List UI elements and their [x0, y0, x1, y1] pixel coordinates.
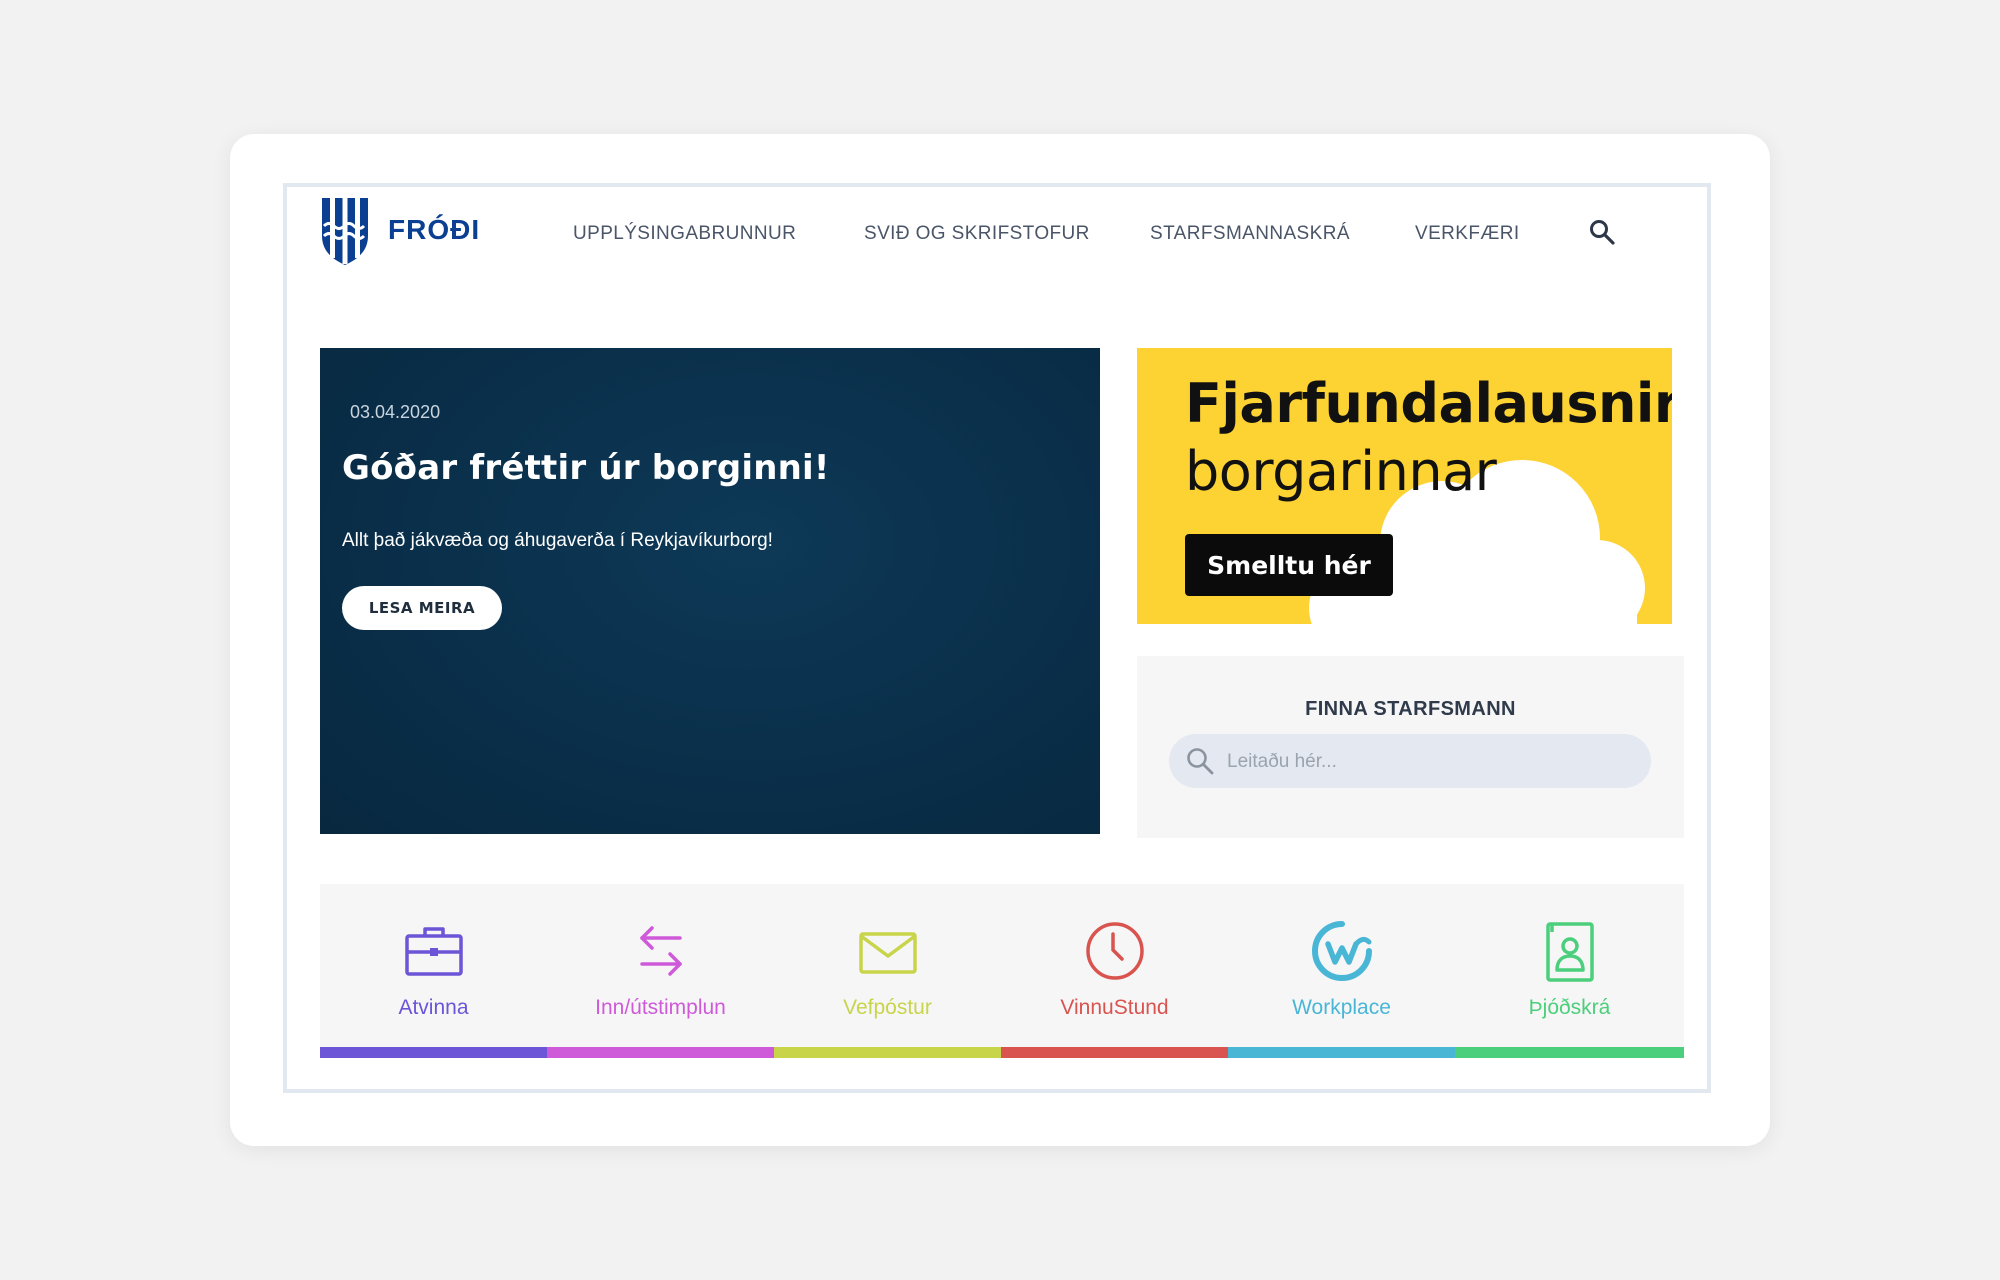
search-icon[interactable]	[1588, 218, 1616, 246]
tile-label: Inn/útstimplun	[595, 996, 726, 1019]
tile-workplace[interactable]: Workplace	[1228, 884, 1455, 1058]
tile-color-bar	[774, 1047, 1001, 1058]
tile-color-bar	[1001, 1047, 1228, 1058]
employee-search-input[interactable]	[1225, 743, 1629, 781]
tile-label: Workplace	[1292, 996, 1391, 1019]
click-here-button[interactable]: Smelltu hér	[1185, 534, 1393, 596]
nav-svid-og-skrifstofur[interactable]: SVIÐ OG SKRIFSTOFUR	[864, 223, 1090, 245]
employee-finder: FINNA STARFSMANN	[1137, 656, 1684, 838]
arrows-swap-icon	[640, 926, 682, 976]
tile-label: VinnuStund	[1060, 996, 1169, 1019]
clock-icon	[1086, 922, 1144, 980]
tile-inn-utstimplun[interactable]: Inn/útstimplun	[547, 884, 774, 1058]
workplace-icon	[1312, 921, 1372, 981]
tile-color-bar	[1455, 1047, 1684, 1058]
tile-atvinna[interactable]: Atvinna	[320, 884, 547, 1058]
finder-search-box[interactable]	[1169, 734, 1651, 788]
tile-color-bar	[547, 1047, 774, 1058]
promo-banner[interactable]: Fjarfundalausnir borgarinnar Smelltu hér	[1137, 348, 1672, 624]
news-subtitle: Allt það jákvæða og áhugaverða í Reykjav…	[342, 530, 773, 551]
briefcase-icon	[405, 927, 463, 976]
envelope-icon	[859, 932, 917, 974]
contact-book-icon	[1546, 922, 1594, 982]
tile-color-bar	[320, 1047, 547, 1058]
tile-label: Atvinna	[398, 996, 469, 1019]
nav-verkfaeri[interactable]: VERKFÆRI	[1415, 223, 1520, 245]
quick-links: Atvinna Inn/útstimplun Vefpóstur VinnuSt…	[320, 884, 1684, 1058]
banner-heading-line2: borgarinnar	[1185, 440, 1497, 503]
tile-label: Þjóðskrá	[1528, 996, 1611, 1019]
tile-vefpostur[interactable]: Vefpóstur	[774, 884, 1001, 1058]
nav-starfsmannaskra[interactable]: STARFSMANNASKRÁ	[1150, 223, 1350, 245]
tile-thjodskra[interactable]: Þjóðskrá	[1455, 884, 1684, 1058]
finder-title: FINNA STARFSMANN	[1305, 698, 1516, 720]
news-title[interactable]: Góðar fréttir úr borginni!	[342, 448, 830, 488]
logo-shield-icon[interactable]	[320, 196, 370, 266]
tile-color-bar	[1228, 1047, 1455, 1058]
search-icon	[1187, 748, 1214, 775]
news-date: 03.04.2020	[350, 402, 441, 422]
brand-name[interactable]: FRÓÐI	[388, 214, 480, 246]
nav-upplysingabrunnur[interactable]: UPPLÝSINGABRUNNUR	[573, 223, 796, 245]
banner-heading-line1: Fjarfundalausnir	[1185, 372, 1672, 435]
tile-label: Vefpóstur	[843, 996, 932, 1019]
read-more-button[interactable]: LESA MEIRA	[342, 586, 502, 630]
news-hero[interactable]: 03.04.2020 Góðar fréttir úr borginni! Al…	[320, 348, 1100, 834]
tile-vinnustund[interactable]: VinnuStund	[1001, 884, 1228, 1058]
